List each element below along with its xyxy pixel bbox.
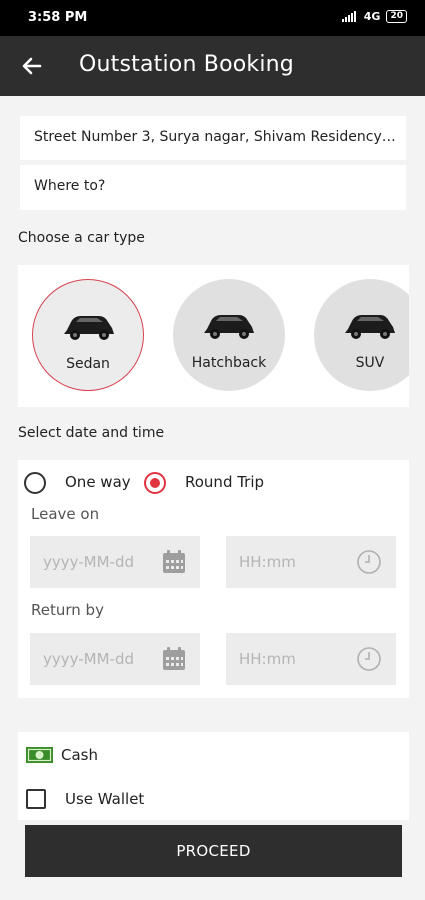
leave-on-label: Leave on xyxy=(31,505,100,523)
date-placeholder: yyyy-MM-dd xyxy=(43,553,134,571)
clock-icon xyxy=(357,550,381,574)
car-option-label: Sedan xyxy=(66,356,110,372)
one-way-label[interactable]: One way xyxy=(65,473,131,491)
return-time-input[interactable]: HH:mm xyxy=(226,633,396,685)
app-bar: Outstation Booking xyxy=(0,36,425,96)
car-type-list: Sedan Hatchback SUV xyxy=(18,265,409,407)
signal-icon xyxy=(341,11,356,22)
battery-icon: 20 xyxy=(386,10,407,23)
round-trip-label[interactable]: Round Trip xyxy=(185,473,264,491)
date-placeholder: yyyy-MM-dd xyxy=(43,650,134,668)
date-time-label: Select date and time xyxy=(18,425,165,441)
pickup-address: Street Number 3, Surya nagar, Shivam Res… xyxy=(34,129,398,145)
status-icons: 4G 20 xyxy=(341,10,407,23)
back-arrow-icon[interactable] xyxy=(18,52,46,80)
page-title: Outstation Booking xyxy=(79,52,294,77)
proceed-button[interactable]: PROCEED xyxy=(25,825,402,877)
time-placeholder: HH:mm xyxy=(239,650,296,668)
car-type-label: Choose a car type xyxy=(18,230,145,246)
battery-level: 20 xyxy=(390,11,403,21)
car-option-hatchback[interactable]: Hatchback xyxy=(173,279,285,391)
car-option-suv[interactable]: SUV xyxy=(314,279,409,391)
destination-placeholder: Where to? xyxy=(34,178,106,194)
calendar-icon xyxy=(163,550,185,573)
car-option-label: Hatchback xyxy=(191,355,267,371)
suv-car-icon xyxy=(345,315,395,339)
pickup-field[interactable]: Street Number 3, Surya nagar, Shivam Res… xyxy=(20,116,406,160)
time-placeholder: HH:mm xyxy=(239,553,296,571)
round-trip-radio[interactable] xyxy=(144,472,166,494)
calendar-icon xyxy=(163,647,185,670)
return-by-label: Return by xyxy=(31,601,104,619)
leave-date-input[interactable]: yyyy-MM-dd xyxy=(30,536,200,588)
status-time: 3:58 PM xyxy=(28,10,88,25)
hatchback-car-icon xyxy=(204,315,254,339)
car-option-sedan[interactable]: Sedan xyxy=(32,279,144,391)
status-bar: 3:58 PM 4G 20 xyxy=(0,0,425,36)
leave-time-input[interactable]: HH:mm xyxy=(226,536,396,588)
payment-card: Cash Use Wallet xyxy=(18,732,409,820)
clock-icon xyxy=(357,647,381,671)
use-wallet-checkbox[interactable] xyxy=(26,789,46,809)
network-type: 4G xyxy=(363,10,381,23)
use-wallet-label[interactable]: Use Wallet xyxy=(65,790,144,808)
cash-label: Cash xyxy=(61,746,98,764)
return-date-input[interactable]: yyyy-MM-dd xyxy=(30,633,200,685)
date-time-card: One way Round Trip Leave on yyyy-MM-dd H… xyxy=(18,460,409,698)
cash-icon xyxy=(26,747,53,763)
sedan-car-icon xyxy=(64,316,114,340)
one-way-radio[interactable] xyxy=(24,472,46,494)
car-option-label: SUV xyxy=(355,355,385,371)
destination-field[interactable]: Where to? xyxy=(20,165,406,210)
